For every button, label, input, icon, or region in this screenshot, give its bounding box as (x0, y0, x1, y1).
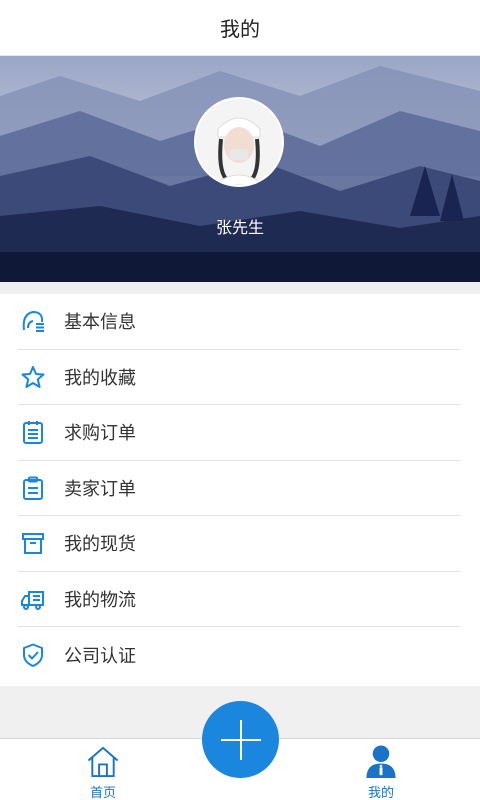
tab-home[interactable]: 首页 (43, 739, 163, 800)
menu-item-favorites[interactable]: 我的收藏 (18, 350, 460, 405)
avatar[interactable] (194, 97, 284, 187)
menu-item-label: 卖家订单 (64, 478, 136, 500)
menu-item-company-verification[interactable]: 公司认证 (18, 627, 460, 683)
menu-item-label: 我的物流 (64, 589, 136, 611)
top-bar: 我的 (0, 0, 480, 56)
tab-mine-label: 我的 (367, 786, 394, 800)
page-title: 我的 (220, 17, 260, 41)
shield-check-icon (18, 640, 48, 670)
plus-icon (220, 719, 261, 760)
profile-banner: 张先生 (0, 56, 480, 282)
menu-item-purchase-orders[interactable]: 求购订单 (18, 405, 460, 461)
list-document-icon (18, 417, 48, 447)
menu-item-my-stock[interactable]: 我的现货 (18, 516, 460, 572)
archive-box-icon (18, 528, 48, 558)
truck-icon (18, 584, 48, 614)
username: 张先生 (215, 218, 264, 237)
user-info-icon (18, 306, 48, 336)
menu-item-basic-info[interactable]: 基本信息 (18, 294, 460, 350)
menu-item-label: 我的收藏 (64, 367, 136, 389)
tab-mine[interactable]: 我的 (321, 739, 441, 800)
clipboard-icon (18, 473, 48, 503)
star-icon (18, 362, 48, 392)
menu-item-label: 我的现货 (64, 534, 136, 556)
tab-home-label: 首页 (89, 786, 116, 800)
menu-item-seller-orders[interactable]: 卖家订单 (18, 461, 460, 516)
home-icon (87, 746, 119, 778)
menu-item-label: 求购订单 (64, 423, 136, 445)
add-button[interactable] (202, 701, 279, 778)
profile-menu: 基本信息 我的收藏 求购订单 卖家订单 我的现货 我的物流 公司认证 (0, 294, 480, 686)
menu-item-label: 基本信息 (64, 312, 136, 334)
menu-item-label: 公司认证 (64, 645, 136, 667)
menu-item-my-logistics[interactable]: 我的物流 (18, 572, 460, 627)
user-icon (366, 745, 396, 779)
avatar-photo (196, 99, 282, 185)
